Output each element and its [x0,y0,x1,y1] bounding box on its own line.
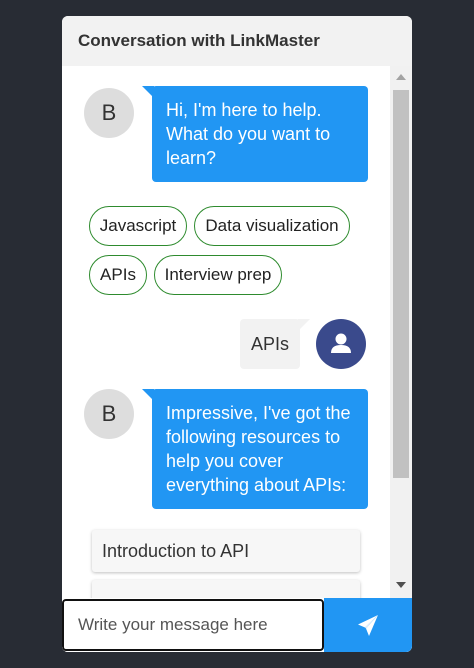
send-button[interactable] [324,598,412,652]
option-label: Javascript [99,216,177,235]
message-list[interactable]: B Hi, I'm here to help. What do you want… [62,66,390,598]
resource-link-introduction-to-api[interactable]: Introduction to API [92,530,360,572]
option-label: Interview prep [164,265,272,284]
resource-link[interactable] [92,580,360,598]
message-line: learn? [166,148,217,168]
message-line: following resources to [166,427,341,447]
paper-plane-icon [358,615,378,636]
option-data-visualization-button[interactable]: Data visualization [194,206,350,246]
bot-message-resources: Impressive, I've got the following resou… [142,389,368,509]
bot-avatar-letter: B [101,100,117,125]
resource-link-label: Introduction to API [102,541,250,561]
user-message: APIs [240,319,310,369]
chat-title: Conversation with LinkMaster [78,31,320,50]
message-line: Hi, I'm here to help. [166,100,322,120]
triangle-down-icon[interactable] [396,582,406,588]
chat-widget: Conversation with LinkMaster B Hi, I'm h… [62,16,412,652]
bot-avatar: B [84,389,134,439]
message-input[interactable] [62,599,324,651]
message-line: Impressive, I've got the [166,403,351,423]
bot-message-greeting: Hi, I'm here to help. What do you want t… [142,86,368,182]
option-apis-button[interactable]: APIs [89,255,147,295]
user-avatar [316,319,366,369]
option-interview-prep-button[interactable]: Interview prep [154,255,282,295]
message-line: What do you want to [166,124,331,144]
user-message-text: APIs [250,334,289,354]
composer-bar [62,598,412,652]
option-label: APIs [100,265,136,284]
triangle-up-icon[interactable] [396,74,406,80]
option-javascript-button[interactable]: Javascript [89,206,187,246]
scrollbar-thumb[interactable] [393,90,409,478]
option-label: Data visualization [205,216,339,235]
chat-header: Conversation with LinkMaster [62,16,412,66]
person-icon [331,333,351,353]
bot-avatar-letter: B [101,401,117,426]
message-scrollbar[interactable] [390,66,412,598]
message-line: help you cover [166,451,284,471]
message-line: everything about APIs: [166,475,347,495]
bot-avatar: B [84,88,134,138]
